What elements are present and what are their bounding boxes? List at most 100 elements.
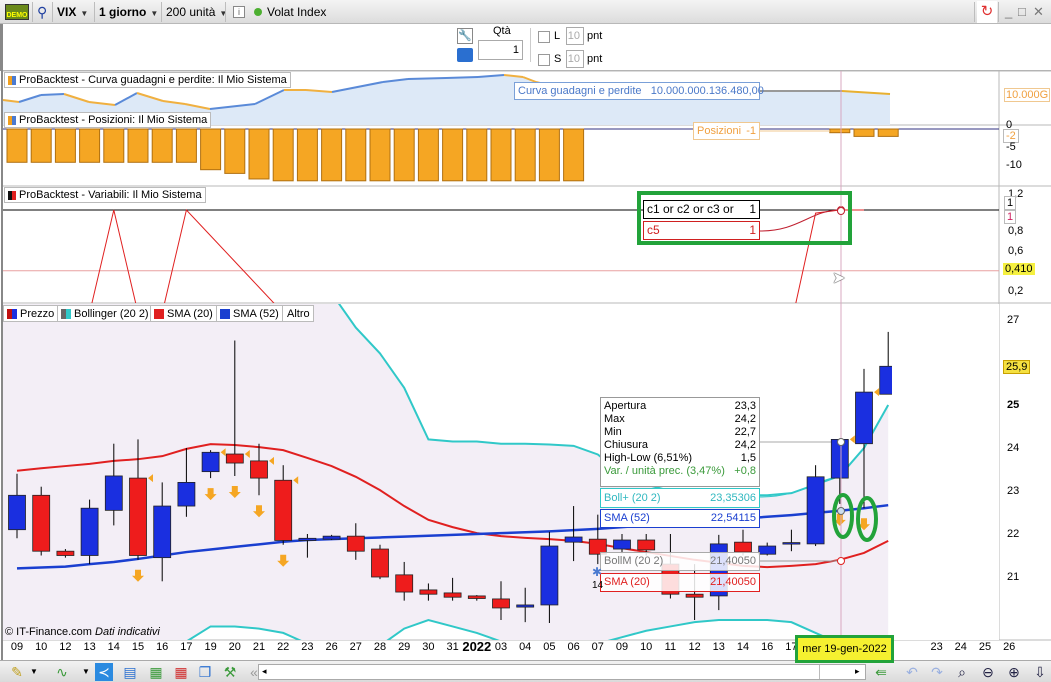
legend-label: Bollinger (20 2) — [74, 308, 149, 320]
legend-sma20[interactable]: SMA (20) — [150, 305, 217, 322]
variable-c5-label: c5 — [647, 223, 660, 237]
positions-pane-label[interactable]: ProBacktest - Posizioni: Il Mio Sistema — [4, 112, 212, 128]
tooltip-value: 24,2 — [734, 413, 756, 425]
tooltip-row: Var. / unità prec. (3,47%) +0,8 — [601, 465, 759, 478]
date-tick: 09 — [615, 641, 629, 653]
undo-icon[interactable]: ↶ — [903, 663, 921, 681]
date-tick: 26 — [1003, 641, 1016, 653]
position-bar — [248, 128, 270, 180]
variables-pane-title: ProBacktest - Variabili: Il Mio Sistema — [19, 189, 202, 201]
chevron-down-icon[interactable]: ▼ — [82, 663, 90, 681]
comment-icon[interactable]: ▤ — [121, 663, 139, 681]
date-tick: 10 — [640, 641, 653, 653]
candle-up — [613, 539, 631, 550]
candle-up — [516, 604, 535, 608]
redo-icon[interactable]: ↷ — [928, 663, 946, 681]
candle-down — [467, 595, 486, 599]
drawing-pencil-icon[interactable]: ✎ — [8, 663, 26, 681]
bollp-tooltip: Boll+ (20 2) 23,35306 — [600, 488, 760, 508]
legend-sma52[interactable]: SMA (52) — [216, 305, 283, 322]
tooltip-value: +0,8 — [734, 465, 756, 477]
variable-row-c5: c5 1 — [643, 221, 760, 240]
price-tick: 23 — [1007, 485, 1020, 497]
list-icon[interactable]: ▦ — [147, 663, 165, 681]
candle-down — [371, 548, 389, 578]
candle-down — [443, 592, 462, 598]
tooltip-label: SMA (52) — [604, 512, 650, 524]
candle-up — [758, 545, 777, 555]
date-tick: 05 — [543, 641, 556, 653]
date-tick: 27 — [349, 641, 362, 653]
position-bar — [853, 128, 875, 137]
zoom-out-icon[interactable]: ⊖ — [979, 663, 997, 681]
tools-icon[interactable]: ⚒ — [221, 663, 239, 681]
date-tick: 09 — [10, 641, 24, 653]
position-bar — [393, 128, 415, 182]
date-tick: 13 — [712, 641, 725, 653]
variable-c5-value: 1 — [749, 223, 756, 237]
equity-tooltip-value: 10.000.000.136.480,00 — [650, 85, 764, 97]
equity-pane-label[interactable]: ProBacktest - Curva guadagni e perdite: … — [4, 72, 291, 88]
blue-cross-marker-icon: ✱ — [592, 565, 603, 579]
position-bar — [369, 128, 391, 182]
horizontal-scrollbar[interactable]: ◂ ▸ — [258, 664, 866, 680]
legend-bollinger[interactable]: Bollinger (20 2) — [57, 305, 153, 322]
zoom-fit-icon[interactable]: ⌕ — [953, 663, 971, 681]
grid-icon[interactable]: ▦ — [172, 663, 190, 681]
crosshair-point — [837, 557, 845, 565]
date-tick: 24 — [954, 641, 967, 653]
tooltip-value: 21,40050 — [710, 555, 756, 567]
date-tick: 22 — [277, 641, 290, 653]
indicator-icon[interactable]: ∿ — [53, 663, 71, 681]
date-tick: 07 — [591, 641, 604, 653]
equity-segment — [407, 77, 447, 80]
settings-down-icon[interactable]: ⇩ — [1031, 663, 1049, 681]
candle-up — [104, 475, 123, 511]
candle-down — [395, 574, 414, 593]
price-tick: 24 — [1007, 442, 1020, 454]
positions-pane-title: ProBacktest - Posizioni: Il Mio Sistema — [19, 114, 208, 126]
windows-icon[interactable]: ❐ — [196, 663, 214, 681]
price-tick: 25 — [1007, 399, 1020, 411]
tooltip-value: 22,7 — [734, 426, 756, 438]
candle-up — [201, 451, 220, 473]
position-bar — [442, 128, 464, 182]
positions-tick: -10 — [1006, 159, 1022, 171]
candle-down — [250, 460, 268, 479]
last-price-label: 25,9 — [1003, 360, 1031, 374]
date-tick: 10 — [35, 641, 48, 653]
date-tick: 14 — [107, 641, 120, 653]
legend-altro[interactable]: Altro — [282, 305, 314, 322]
zoom-in-icon[interactable]: ⊕ — [1005, 663, 1023, 681]
copyright: © IT-Finance.com Dati indicativi — [5, 626, 160, 638]
variables-tick: 0,8 — [1008, 225, 1024, 237]
scroll-left-icon[interactable]: ◂ — [262, 666, 267, 677]
tooltip-value: 24,2 — [734, 439, 756, 451]
position-bar — [54, 128, 76, 163]
variables-pane-label[interactable]: ProBacktest - Variabili: Il Mio Sistema — [4, 187, 206, 203]
equity-axis-label: 10.000G — [1004, 88, 1051, 102]
candle-up — [177, 481, 196, 507]
candle-down — [419, 589, 438, 595]
candle-down — [32, 494, 51, 552]
date-tick: 20 — [228, 641, 241, 653]
tooltip-label: High-Low (6,51%) — [604, 452, 693, 464]
price-tick: 27 — [1007, 314, 1020, 326]
share-icon[interactable]: ≺ — [95, 663, 113, 681]
tooltip-value: 21,40050 — [710, 576, 756, 588]
candle-down — [734, 541, 752, 553]
date-tick: 23 — [301, 641, 314, 653]
candle-up — [540, 545, 559, 606]
chevron-down-icon[interactable]: ▼ — [30, 663, 38, 681]
legend-prezzo[interactable]: Prezzo — [3, 305, 59, 322]
chart-canvas[interactable] — [0, 0, 1051, 682]
legend-label: Altro — [287, 308, 310, 320]
date-tick: 15 — [131, 641, 145, 653]
position-bar — [563, 128, 585, 182]
tooltip-label: Boll+ (20 2) — [604, 492, 661, 504]
crosshair-point — [837, 438, 845, 446]
date-tick: 19 — [204, 641, 217, 653]
crosshair-date-highlight: mer 19-gen-2022 — [795, 635, 894, 663]
go-to-end-icon[interactable]: ⇚ — [872, 663, 890, 681]
scroll-right-icon[interactable]: ▸ — [855, 666, 860, 677]
